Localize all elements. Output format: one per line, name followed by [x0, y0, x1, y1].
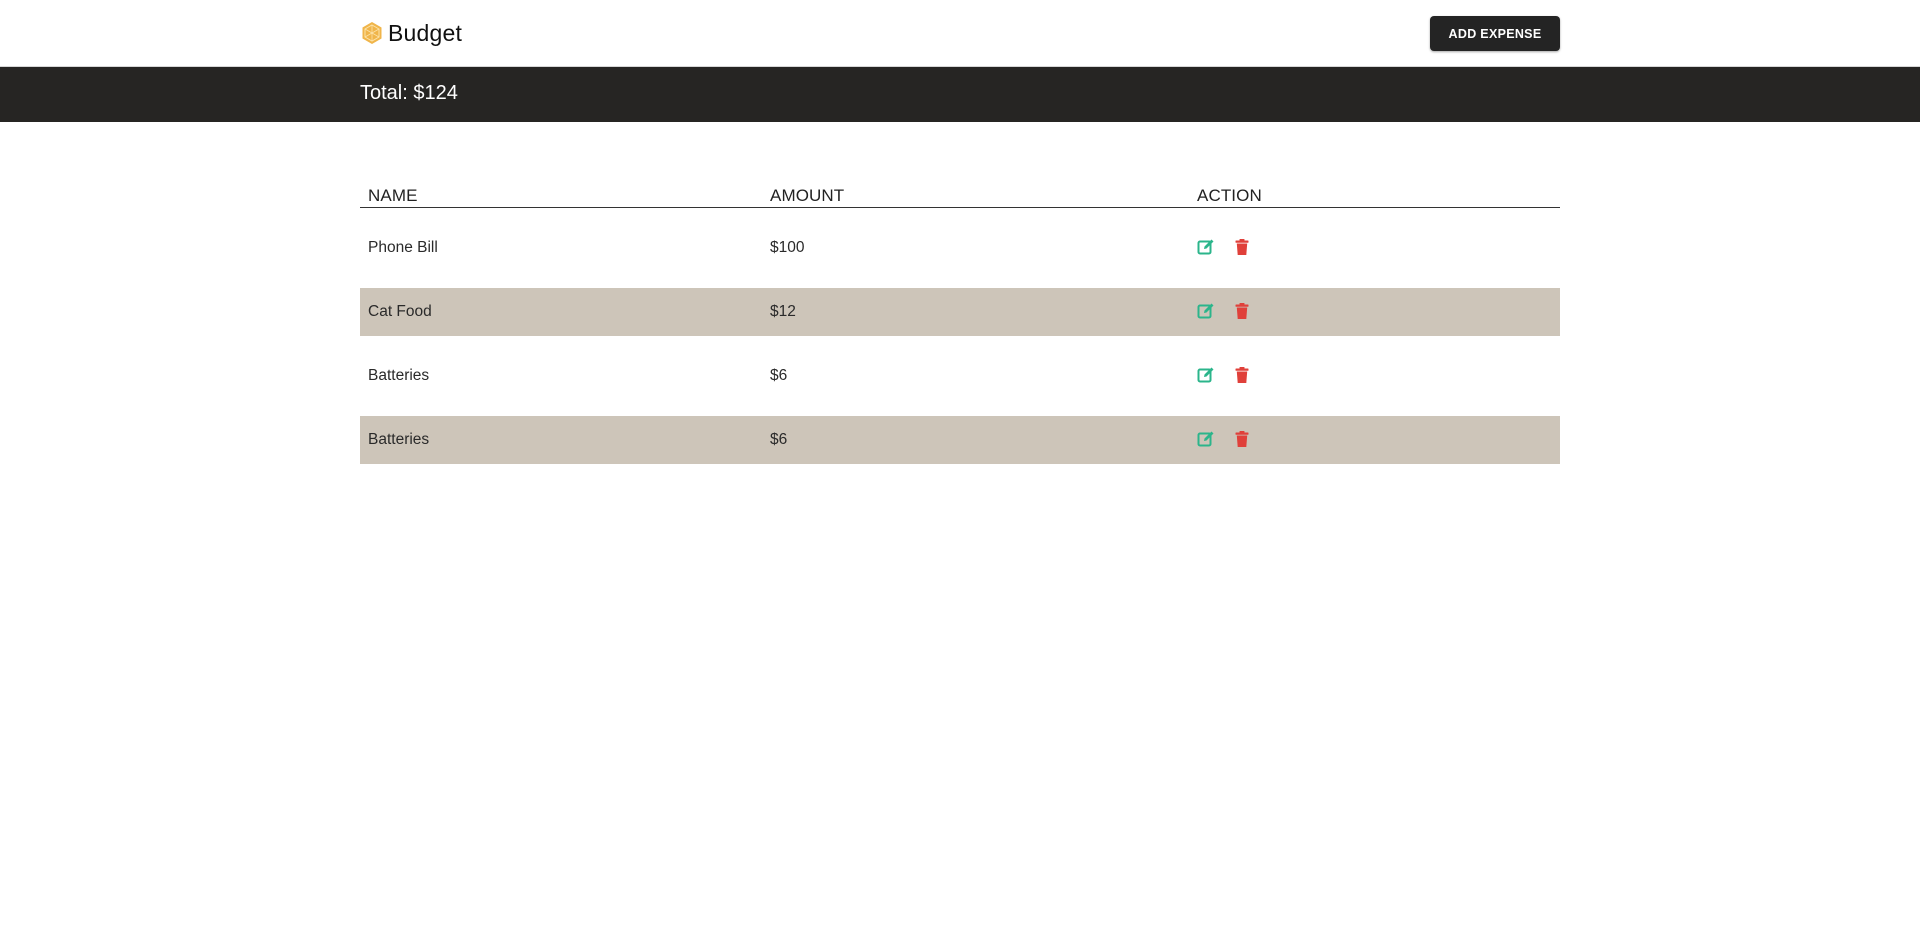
row-actions — [1197, 302, 1251, 320]
column-header-amount: AMOUNT — [770, 186, 845, 205]
expense-amount: $100 — [770, 239, 805, 256]
expense-amount: $6 — [770, 431, 788, 448]
trash-icon[interactable] — [1233, 366, 1251, 384]
trash-icon[interactable] — [1233, 238, 1251, 256]
app-title: Budget — [388, 19, 463, 46]
row-actions — [1197, 238, 1251, 256]
total-bar: Total: $124 — [0, 67, 1920, 122]
brand[interactable]: Budget — [360, 18, 462, 48]
total-amount: Total: $124 — [360, 82, 458, 104]
table-row: Batteries $6 — [360, 352, 1560, 400]
expense-amount: $6 — [770, 367, 788, 384]
expense-name: Batteries — [368, 367, 430, 384]
table-header: NAME AMOUNT ACTION — [360, 182, 1560, 208]
expense-amount: $12 — [770, 303, 796, 320]
expense-name: Cat Food — [368, 303, 432, 320]
table-row: Cat Food $12 — [360, 288, 1560, 336]
column-header-action: ACTION — [1197, 186, 1262, 205]
expense-table: NAME AMOUNT ACTION Phone Bill $100 Cat F… — [360, 182, 1560, 464]
trash-icon[interactable] — [1233, 302, 1251, 320]
trash-icon[interactable] — [1233, 430, 1251, 448]
add-expense-button[interactable]: ADD EXPENSE — [1430, 16, 1560, 51]
edit-icon[interactable] — [1197, 366, 1215, 384]
expense-name: Phone Bill — [368, 239, 438, 256]
edit-icon[interactable] — [1197, 302, 1215, 320]
table-row: Batteries $6 — [360, 416, 1560, 464]
edit-icon[interactable] — [1197, 238, 1215, 256]
edit-icon[interactable] — [1197, 430, 1215, 448]
budget-logo-icon — [362, 22, 382, 44]
row-actions — [1197, 430, 1251, 448]
row-actions — [1197, 366, 1251, 384]
top-navbar: Budget ADD EXPENSE — [0, 0, 1920, 67]
column-header-name: NAME — [368, 186, 418, 205]
expense-name: Batteries — [368, 431, 430, 448]
table-row: Phone Bill $100 — [360, 224, 1560, 272]
